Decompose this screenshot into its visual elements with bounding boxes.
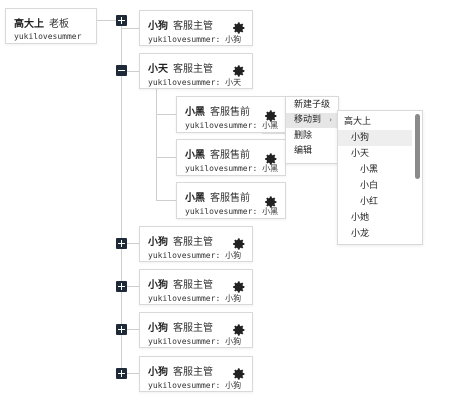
tree-line: [156, 114, 176, 115]
collapse-toggle[interactable]: [116, 65, 127, 76]
move-target-item[interactable]: 小天: [338, 146, 412, 162]
node-name: 小黑 客服售前: [185, 150, 250, 161]
menu-item-move-to[interactable]: 移动到 ›: [286, 113, 338, 128]
node-role: 客服主管: [173, 237, 213, 248]
org-node[interactable]: 小黑 客服售前 yukilovesummer: 小黑: [176, 182, 286, 219]
node-account: yukilovesummer: [14, 32, 82, 41]
move-target-item[interactable]: 小黑: [338, 162, 412, 178]
org-node[interactable]: 小黑 客服售前 yukilovesummer: 小黑: [176, 139, 286, 176]
gear-icon[interactable]: [264, 152, 278, 166]
gear-icon[interactable]: [232, 367, 246, 381]
node-name: 小狗 客服主管: [148, 280, 213, 291]
gear-icon[interactable]: [232, 237, 246, 251]
gear-icon[interactable]: [264, 195, 278, 209]
expand-toggle[interactable]: [116, 281, 127, 292]
context-menu: 新建子级 移动到 › 删除 编辑: [285, 96, 339, 164]
move-target-item[interactable]: 小红: [338, 194, 412, 210]
move-target-item[interactable]: 小狗: [338, 130, 412, 146]
gear-icon[interactable]: [232, 64, 246, 78]
move-target-item[interactable]: 小白: [338, 178, 412, 194]
node-name: 小狗 客服主管: [148, 323, 213, 334]
node-role: 客服售前: [210, 107, 250, 118]
node-role: 客服主管: [173, 64, 213, 75]
org-node[interactable]: 小黑 客服售前 yukilovesummer: 小黑: [176, 96, 286, 133]
node-name: 高大上 老板: [14, 19, 69, 30]
org-node[interactable]: 小狗 客服主管 yukilovesummer: 小狗: [139, 312, 253, 348]
menu-item-edit[interactable]: 编辑: [286, 144, 338, 159]
move-to-submenu: 高大上 小狗 小天 小黑 小白 小红 小她 小龙: [337, 110, 423, 245]
node-account: yukilovesummer: 小狗: [148, 35, 242, 44]
tree-line: [156, 200, 176, 201]
node-role: 老板: [49, 19, 69, 30]
node-name: 小黑 客服售前: [185, 193, 250, 204]
expand-toggle[interactable]: [116, 324, 127, 335]
org-node[interactable]: 小狗 客服主管 yukilovesummer: 小狗: [139, 269, 253, 305]
node-name: 小狗 客服主管: [148, 21, 213, 32]
node-account: yukilovesummer: 小狗: [148, 294, 242, 303]
org-node[interactable]: 小天 客服主管 yukilovesummer: 小天: [139, 53, 253, 89]
node-role: 客服主管: [173, 367, 213, 378]
org-node[interactable]: 小狗 客服主管 yukilovesummer: 小狗: [139, 356, 253, 392]
expand-toggle[interactable]: [116, 238, 127, 249]
tree-line: [156, 157, 176, 158]
submenu-arrow-icon: ›: [329, 116, 332, 124]
node-name: 小狗 客服主管: [148, 367, 213, 378]
node-name: 小天 客服主管: [148, 64, 213, 75]
expand-toggle[interactable]: [116, 368, 127, 379]
node-role: 客服主管: [173, 280, 213, 291]
tree-line: [156, 88, 157, 200]
menu-item-delete[interactable]: 删除: [286, 129, 338, 144]
org-node[interactable]: 小狗 客服主管 yukilovesummer: 小狗: [139, 226, 253, 262]
gear-icon[interactable]: [232, 280, 246, 294]
node-role: 客服售前: [210, 150, 250, 161]
tree-line: [121, 28, 139, 29]
menu-item-new-child[interactable]: 新建子级: [286, 98, 338, 113]
node-name: 小狗 客服主管: [148, 237, 213, 248]
gear-icon[interactable]: [232, 323, 246, 337]
scrollbar-thumb[interactable]: [415, 114, 420, 179]
node-role: 客服主管: [173, 21, 213, 32]
move-target-item[interactable]: 高大上: [338, 114, 412, 130]
root-node[interactable]: 高大上 老板 yukilovesummer: [5, 8, 97, 44]
expand-toggle[interactable]: [116, 15, 127, 26]
org-node[interactable]: 小狗 客服主管 yukilovesummer: 小狗: [139, 10, 253, 46]
node-account: yukilovesummer: 小狗: [148, 381, 242, 390]
node-account: yukilovesummer: 小天: [148, 78, 242, 87]
node-account: yukilovesummer: 小狗: [148, 337, 242, 346]
gear-icon[interactable]: [232, 21, 246, 35]
move-target-item[interactable]: 小她: [338, 210, 412, 226]
node-name: 小黑 客服售前: [185, 107, 250, 118]
node-account: yukilovesummer: 小狗: [148, 251, 242, 260]
move-target-item[interactable]: 小龙: [338, 226, 412, 242]
gear-icon[interactable]: [264, 109, 278, 123]
node-role: 客服主管: [173, 323, 213, 334]
node-role: 客服售前: [210, 193, 250, 204]
